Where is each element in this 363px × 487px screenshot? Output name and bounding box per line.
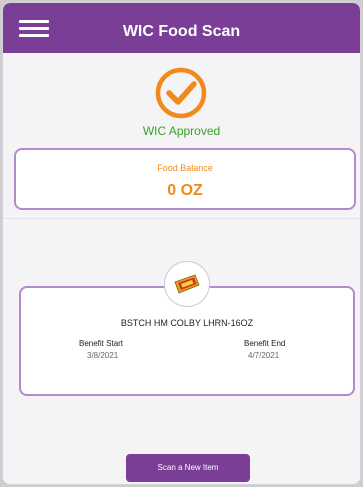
app-header: WIC Food Scan [3,3,360,53]
benefit-start-value: 3/8/2021 [87,351,119,360]
benefit-end-label: Benefit End [244,339,286,348]
menu-bar [19,20,49,23]
scan-new-item-button[interactable]: Scan a New Item [126,454,250,482]
approval-status: WIC Approved [142,124,221,138]
item-name: BSTCH HM COLBY LHRN-16OZ [120,318,254,328]
check-circle-icon [154,66,208,120]
benefit-start-label: Benefit Start [79,339,124,348]
section-divider [3,218,360,219]
menu-bar [19,34,49,37]
page-title: WIC Food Scan [122,23,241,40]
food-balance-label: Food Balance [157,163,213,173]
hamburger-icon[interactable] [19,20,49,38]
menu-bar [19,27,49,30]
cheese-package-image [164,261,210,307]
app-screen: WIC Food Scan WIC Approved Food Balance … [2,2,361,485]
food-balance-value: 0 OZ [167,182,203,199]
benefit-end-value: 4/7/2021 [248,351,280,360]
food-balance-card: Food Balance 0 OZ [14,148,356,210]
